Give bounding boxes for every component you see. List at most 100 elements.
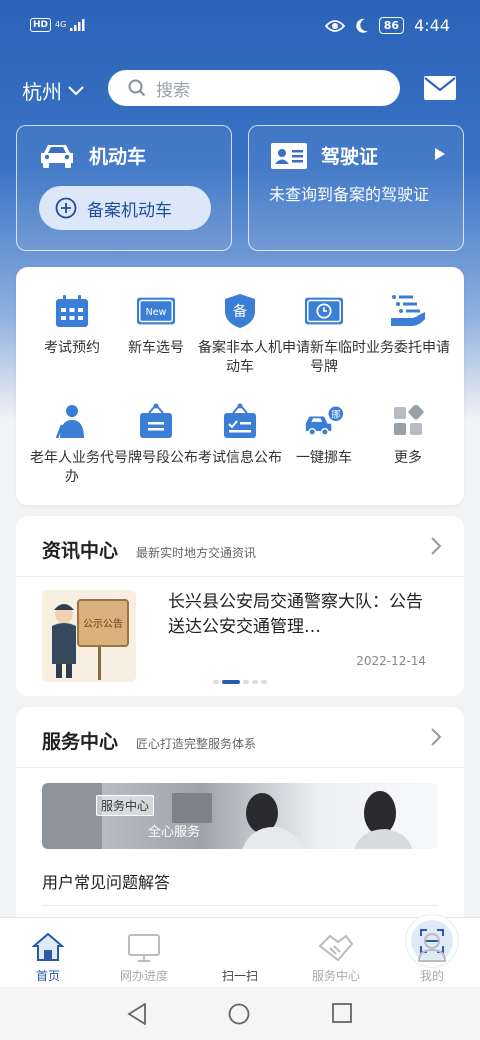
signal-icon xyxy=(70,19,85,31)
tab-scan[interactable]: 扫一扫 xyxy=(192,914,459,984)
chevron-right-icon[interactable] xyxy=(430,536,442,556)
function-label: 业务委托申请 xyxy=(366,340,450,356)
tab-label: 首页 xyxy=(35,969,60,983)
id-card-icon xyxy=(271,142,307,169)
news-section-title: 资讯中心 xyxy=(42,540,119,562)
plus-circle-icon xyxy=(55,197,77,219)
status-bar: HD 4G 86 4:44 xyxy=(0,0,480,56)
news-section-subtitle: 最新实时地方交通资讯 xyxy=(136,546,257,560)
city-selector[interactable]: 杭州 xyxy=(22,76,84,105)
register-others-vehicle[interactable]: 备 备案非本人机动车 xyxy=(195,293,285,377)
function-label: 考试信息公布 xyxy=(198,450,282,466)
carousel-indicator xyxy=(213,680,267,684)
carousel-dot xyxy=(243,680,249,684)
network-type: 4G xyxy=(55,20,67,29)
news-item-title[interactable]: 长兴县公安局交通警察大队：公告送达公安交通管理… xyxy=(168,590,428,640)
banner-badge: 服务中心 xyxy=(96,795,155,816)
new-plate-selection[interactable]: New 新车选号 xyxy=(111,293,201,358)
more-icon xyxy=(394,405,424,435)
register-vehicle-button[interactable]: 备案机动车 xyxy=(39,186,211,230)
system-navigation-bar xyxy=(0,987,480,1040)
home-icon xyxy=(32,932,64,961)
service-center-card: 服务中心 匠心打造完整服务体系 服务中心 全心服务 用户常见问题解答 xyxy=(16,707,464,947)
business-entrust[interactable]: 业务委托申请 xyxy=(363,293,453,358)
carousel-dot xyxy=(213,680,219,684)
search-icon xyxy=(128,79,146,97)
divider xyxy=(42,905,438,906)
service-section-title: 服务中心 xyxy=(42,731,119,753)
motor-vehicle-card[interactable]: 机动车 备案机动车 xyxy=(16,125,232,251)
home-circle-icon[interactable] xyxy=(228,1003,250,1025)
tab-label: 扫一扫 xyxy=(221,969,258,983)
function-label: 号牌号段公布 xyxy=(114,450,198,466)
faq-link[interactable]: 用户常见问题解答 xyxy=(42,869,170,893)
divider xyxy=(16,576,464,577)
function-label: 考试预约 xyxy=(44,340,100,356)
news-item-date: 2022-12-14 xyxy=(356,654,426,668)
eye-icon xyxy=(324,19,345,32)
function-label: 老年人业务代办 xyxy=(30,450,114,485)
divider xyxy=(16,767,464,768)
hd-indicator: HD xyxy=(30,18,52,32)
new-plate-icon: New xyxy=(136,297,176,325)
svg-text:公示公告: 公示公告 xyxy=(83,617,123,630)
plate-range-notice[interactable]: 号牌号段公布 xyxy=(111,403,201,468)
triangle-right-icon xyxy=(435,148,445,160)
banner-text: 全心服务 xyxy=(148,825,201,840)
register-vehicle-label: 备案机动车 xyxy=(87,200,172,221)
tab-label: 服务中心 xyxy=(311,969,360,983)
exam-booking[interactable]: 考试预约 xyxy=(27,293,117,358)
user-icon xyxy=(417,933,447,962)
monitor-icon xyxy=(128,934,160,962)
service-section-subtitle: 匠心打造完整服务体系 xyxy=(136,737,257,751)
police-notice-illustration: 公示公告 xyxy=(42,590,136,682)
elderly-icon xyxy=(55,405,84,439)
carousel-dot-active xyxy=(222,680,240,684)
message-button[interactable] xyxy=(424,76,456,104)
clock: 4:44 xyxy=(414,16,450,35)
exam-info-notice[interactable]: 考试信息公布 xyxy=(195,403,285,468)
svg-text:New: New xyxy=(146,307,167,318)
carousel-dot xyxy=(261,680,267,684)
function-grid: 考试预约 New 新车选号 备 备案非本人机动车 申请新车临时号牌 业务委托申请… xyxy=(16,267,464,505)
news-center-card: 资讯中心 最新实时地方交通资讯 公示公告 长兴县公安局交通警察大队：公告送达公安… xyxy=(16,516,464,696)
move-car[interactable]: 挪 一键挪车 xyxy=(279,403,369,468)
tab-profile[interactable]: 我的 xyxy=(384,924,480,984)
tab-home[interactable]: 首页 xyxy=(0,924,96,984)
function-label: 申请新车临时号牌 xyxy=(282,340,366,375)
license-description: 未查询到备案的驾驶证 xyxy=(269,185,430,204)
tow-truck-icon: 挪 xyxy=(305,406,344,436)
tab-service-center[interactable]: 服务中心 xyxy=(288,924,384,984)
tab-progress[interactable]: 网办进度 xyxy=(96,924,192,984)
checklist-sign-icon xyxy=(224,403,256,438)
driver-license-card[interactable]: 驾驶证 未查询到备案的驾驶证 xyxy=(248,125,464,251)
news-thumbnail[interactable]: 公示公告 xyxy=(42,590,136,682)
motor-card-title: 机动车 xyxy=(89,146,147,168)
battery-level: 86 xyxy=(378,17,405,34)
carousel-dot xyxy=(252,680,258,684)
back-icon[interactable] xyxy=(127,1003,147,1025)
license-card-title: 驾驶证 xyxy=(321,146,379,168)
moon-icon xyxy=(356,18,368,33)
chevron-right-icon[interactable] xyxy=(430,727,442,747)
service-banner[interactable]: 服务中心 全心服务 xyxy=(42,783,438,849)
tab-label: 我的 xyxy=(419,969,444,983)
function-label: 备案非本人机动车 xyxy=(198,340,282,375)
search-input[interactable]: 搜索 xyxy=(108,70,400,106)
calendar-icon xyxy=(56,295,88,327)
city-name: 杭州 xyxy=(22,80,62,104)
more-functions[interactable]: 更多 xyxy=(363,403,453,468)
chevron-down-icon xyxy=(68,85,84,95)
mail-icon xyxy=(424,76,456,100)
sign-icon xyxy=(140,403,172,438)
car-icon xyxy=(41,144,73,168)
svg-text:挪: 挪 xyxy=(331,408,340,420)
temp-plate-icon xyxy=(304,297,344,325)
search-placeholder: 搜索 xyxy=(156,80,190,101)
elderly-service[interactable]: 老年人业务代办 xyxy=(27,403,117,487)
temporary-plate-apply[interactable]: 申请新车临时号牌 xyxy=(279,293,369,377)
function-label: 新车选号 xyxy=(128,340,184,356)
tab-label: 网办进度 xyxy=(119,969,168,983)
recent-apps-icon[interactable] xyxy=(332,1003,352,1023)
handshake-icon xyxy=(318,934,354,962)
